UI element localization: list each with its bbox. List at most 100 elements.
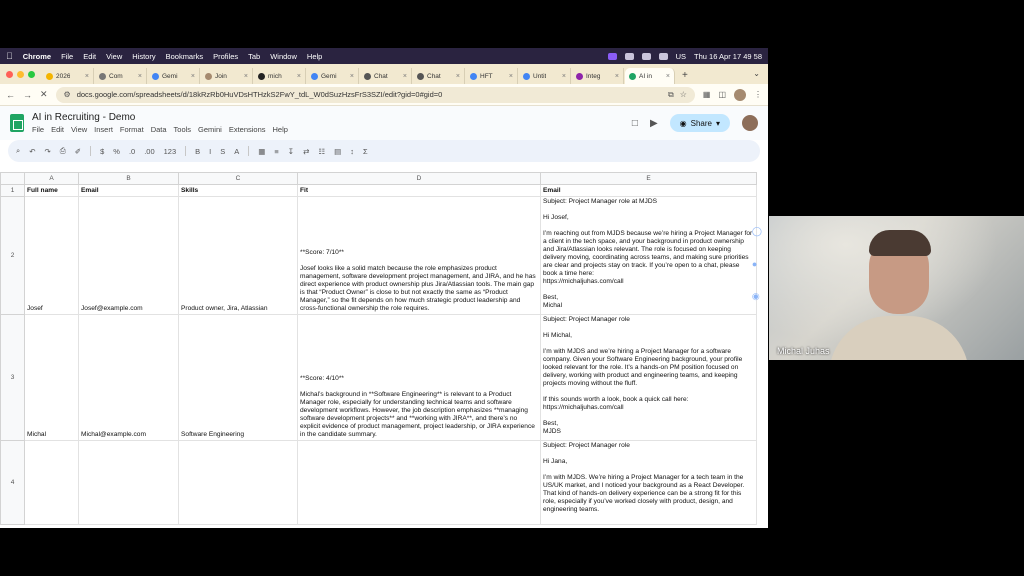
back-button[interactable]: ← <box>6 90 15 100</box>
browser-tab[interactable]: Com × <box>95 68 147 84</box>
toolbar-button[interactable]: ▦ <box>258 147 265 156</box>
toolbar-button[interactable]: ↧ <box>288 147 294 156</box>
browser-tab[interactable]: 2026 × <box>42 68 94 84</box>
browser-menu-icon[interactable]: ⋮ <box>754 90 762 99</box>
maps-pin-icon[interactable]: ◉ <box>752 291 762 302</box>
sheets-menu-tools[interactable]: Tools <box>174 125 192 134</box>
tab-close-icon[interactable]: × <box>244 73 248 80</box>
cell-email[interactable]: Josef@example.com <box>78 196 179 315</box>
sheets-menu-edit[interactable]: Edit <box>51 125 64 134</box>
forward-button[interactable]: → <box>23 90 32 100</box>
extension-icon[interactable]: ▦ <box>703 90 711 99</box>
menubar-item-bookmarks[interactable]: Bookmarks <box>166 52 204 61</box>
toolbar-button[interactable]: B <box>195 147 200 156</box>
row-number[interactable]: 2 <box>0 196 25 315</box>
address-bar[interactable]: ⚙ docs.google.com/spreadsheets/d/18kRzRb… <box>55 86 695 103</box>
toolbar-button[interactable]: 123 <box>164 147 177 156</box>
toolbar-button[interactable]: .00 <box>144 147 154 156</box>
profile-avatar[interactable] <box>734 88 746 101</box>
cell-skills[interactable]: Software Engineering <box>178 314 298 441</box>
cell-name[interactable] <box>24 440 79 525</box>
bookmark-star-icon[interactable]: ☆ <box>680 90 687 99</box>
close-window-button[interactable] <box>6 70 13 78</box>
column-header-a[interactable]: A <box>24 172 79 185</box>
browser-tab[interactable]: AI in × <box>625 68 675 84</box>
tab-close-icon[interactable]: × <box>509 73 513 80</box>
input-language[interactable]: US <box>676 52 686 61</box>
browser-tab[interactable]: mich × <box>254 68 306 84</box>
menubar-clock[interactable]: Thu 16 Apr 17 49 58 <box>694 52 762 61</box>
toolbar-button[interactable]: Σ <box>363 147 368 156</box>
new-tab-button[interactable]: + <box>676 68 694 84</box>
toolbar-button[interactable]: ▤ <box>334 147 341 156</box>
row-number[interactable]: 1 <box>0 184 25 197</box>
cell-message[interactable]: Subject: Project Manager role Hi Michal,… <box>540 314 757 441</box>
apple-icon[interactable]:  <box>6 51 13 61</box>
select-all-corner[interactable] <box>0 172 25 185</box>
account-avatar[interactable] <box>742 115 758 131</box>
cell-email[interactable]: Michal@example.com <box>78 314 179 441</box>
share-button[interactable]: ◉ Share ▾ <box>669 114 730 132</box>
menubar-item-edit[interactable]: Edit <box>83 52 96 61</box>
sheets-menu-insert[interactable]: Insert <box>94 125 113 134</box>
zoom-window-button[interactable] <box>28 70 35 78</box>
browser-tab[interactable]: Gemi × <box>148 68 200 84</box>
cell-header-message[interactable]: Email <box>540 184 757 197</box>
toolbar-button[interactable]: S <box>220 147 225 156</box>
tab-close-icon[interactable]: × <box>562 73 566 80</box>
toolbar-button[interactable]: ⎙ <box>60 146 66 156</box>
toolbar-button[interactable]: ⌕ <box>16 146 20 156</box>
extensions-puzzle-icon[interactable]: ◫ <box>718 90 726 99</box>
cell-fit[interactable] <box>297 440 541 525</box>
comments-icon[interactable]: □ <box>632 118 638 129</box>
reload-stop-button[interactable]: ✕ <box>40 89 48 100</box>
sheets-logo-icon[interactable] <box>10 114 24 132</box>
menubar-item-view[interactable]: View <box>106 52 122 61</box>
toolbar-button[interactable]: ↶ <box>29 147 35 156</box>
sheets-menu-format[interactable]: Format <box>120 125 144 134</box>
cell-name[interactable]: Michal <box>24 314 79 441</box>
toolbar-button[interactable]: A <box>234 147 239 156</box>
screen-record-icon[interactable] <box>607 52 617 60</box>
browser-tab[interactable]: Integ × <box>572 68 624 84</box>
menubar-app-name[interactable]: Chrome <box>23 52 51 61</box>
browser-tab[interactable]: HFT × <box>466 68 518 84</box>
column-header-c[interactable]: C <box>178 172 298 185</box>
column-header-b[interactable]: B <box>78 172 179 185</box>
toolbar-button[interactable]: ☷ <box>318 147 325 156</box>
contacts-icon[interactable]: ● <box>752 259 762 269</box>
toolbar-button[interactable]: ✐ <box>75 147 81 156</box>
sheets-menu-view[interactable]: View <box>71 125 87 134</box>
site-info-icon[interactable]: ⚙ <box>64 90 71 99</box>
toolbar-button[interactable]: ≡ <box>274 147 278 156</box>
row-number[interactable]: 3 <box>0 314 25 441</box>
meet-video-icon[interactable]: ▶ <box>650 118 658 129</box>
cell-header-fit[interactable]: Fit <box>297 184 541 197</box>
sheets-menu-extensions[interactable]: Extensions <box>229 125 266 134</box>
battery-icon[interactable] <box>658 52 668 60</box>
column-header-d[interactable]: D <box>297 172 541 185</box>
toolbar-button[interactable]: .0 <box>129 147 135 156</box>
browser-tab[interactable]: Join × <box>201 68 253 84</box>
tab-close-icon[interactable]: × <box>85 73 89 80</box>
tab-close-icon[interactable]: × <box>350 73 354 80</box>
status-icon[interactable] <box>624 52 634 60</box>
tab-search-chevron-icon[interactable]: ⌄ <box>753 69 760 78</box>
toolbar-button[interactable]: $ <box>100 147 104 156</box>
tab-close-icon[interactable]: × <box>615 73 619 80</box>
toolbar-button[interactable]: ↕ <box>350 147 354 156</box>
browser-tab[interactable]: Chat × <box>360 68 412 84</box>
document-title[interactable]: AI in Recruiting - Demo <box>32 112 288 123</box>
browser-tab[interactable]: Untit × <box>519 68 571 84</box>
cell-skills[interactable] <box>178 440 298 525</box>
toolbar-button[interactable]: ⇄ <box>303 147 309 156</box>
browser-tab[interactable]: Gemi × <box>307 68 359 84</box>
cell-email[interactable] <box>78 440 179 525</box>
sheets-menu-file[interactable]: File <box>32 125 44 134</box>
cell-message[interactable]: Subject: Project Manager role Hi Jana, I… <box>540 440 757 525</box>
tab-close-icon[interactable]: × <box>191 73 195 80</box>
url-text[interactable]: docs.google.com/spreadsheets/d/18kRzRb0H… <box>77 90 662 99</box>
menubar-item-history[interactable]: History <box>132 52 155 61</box>
cell-message[interactable]: Subject: Project Manager role at MJDS Hi… <box>540 196 757 315</box>
menubar-item-window[interactable]: Window <box>270 52 297 61</box>
